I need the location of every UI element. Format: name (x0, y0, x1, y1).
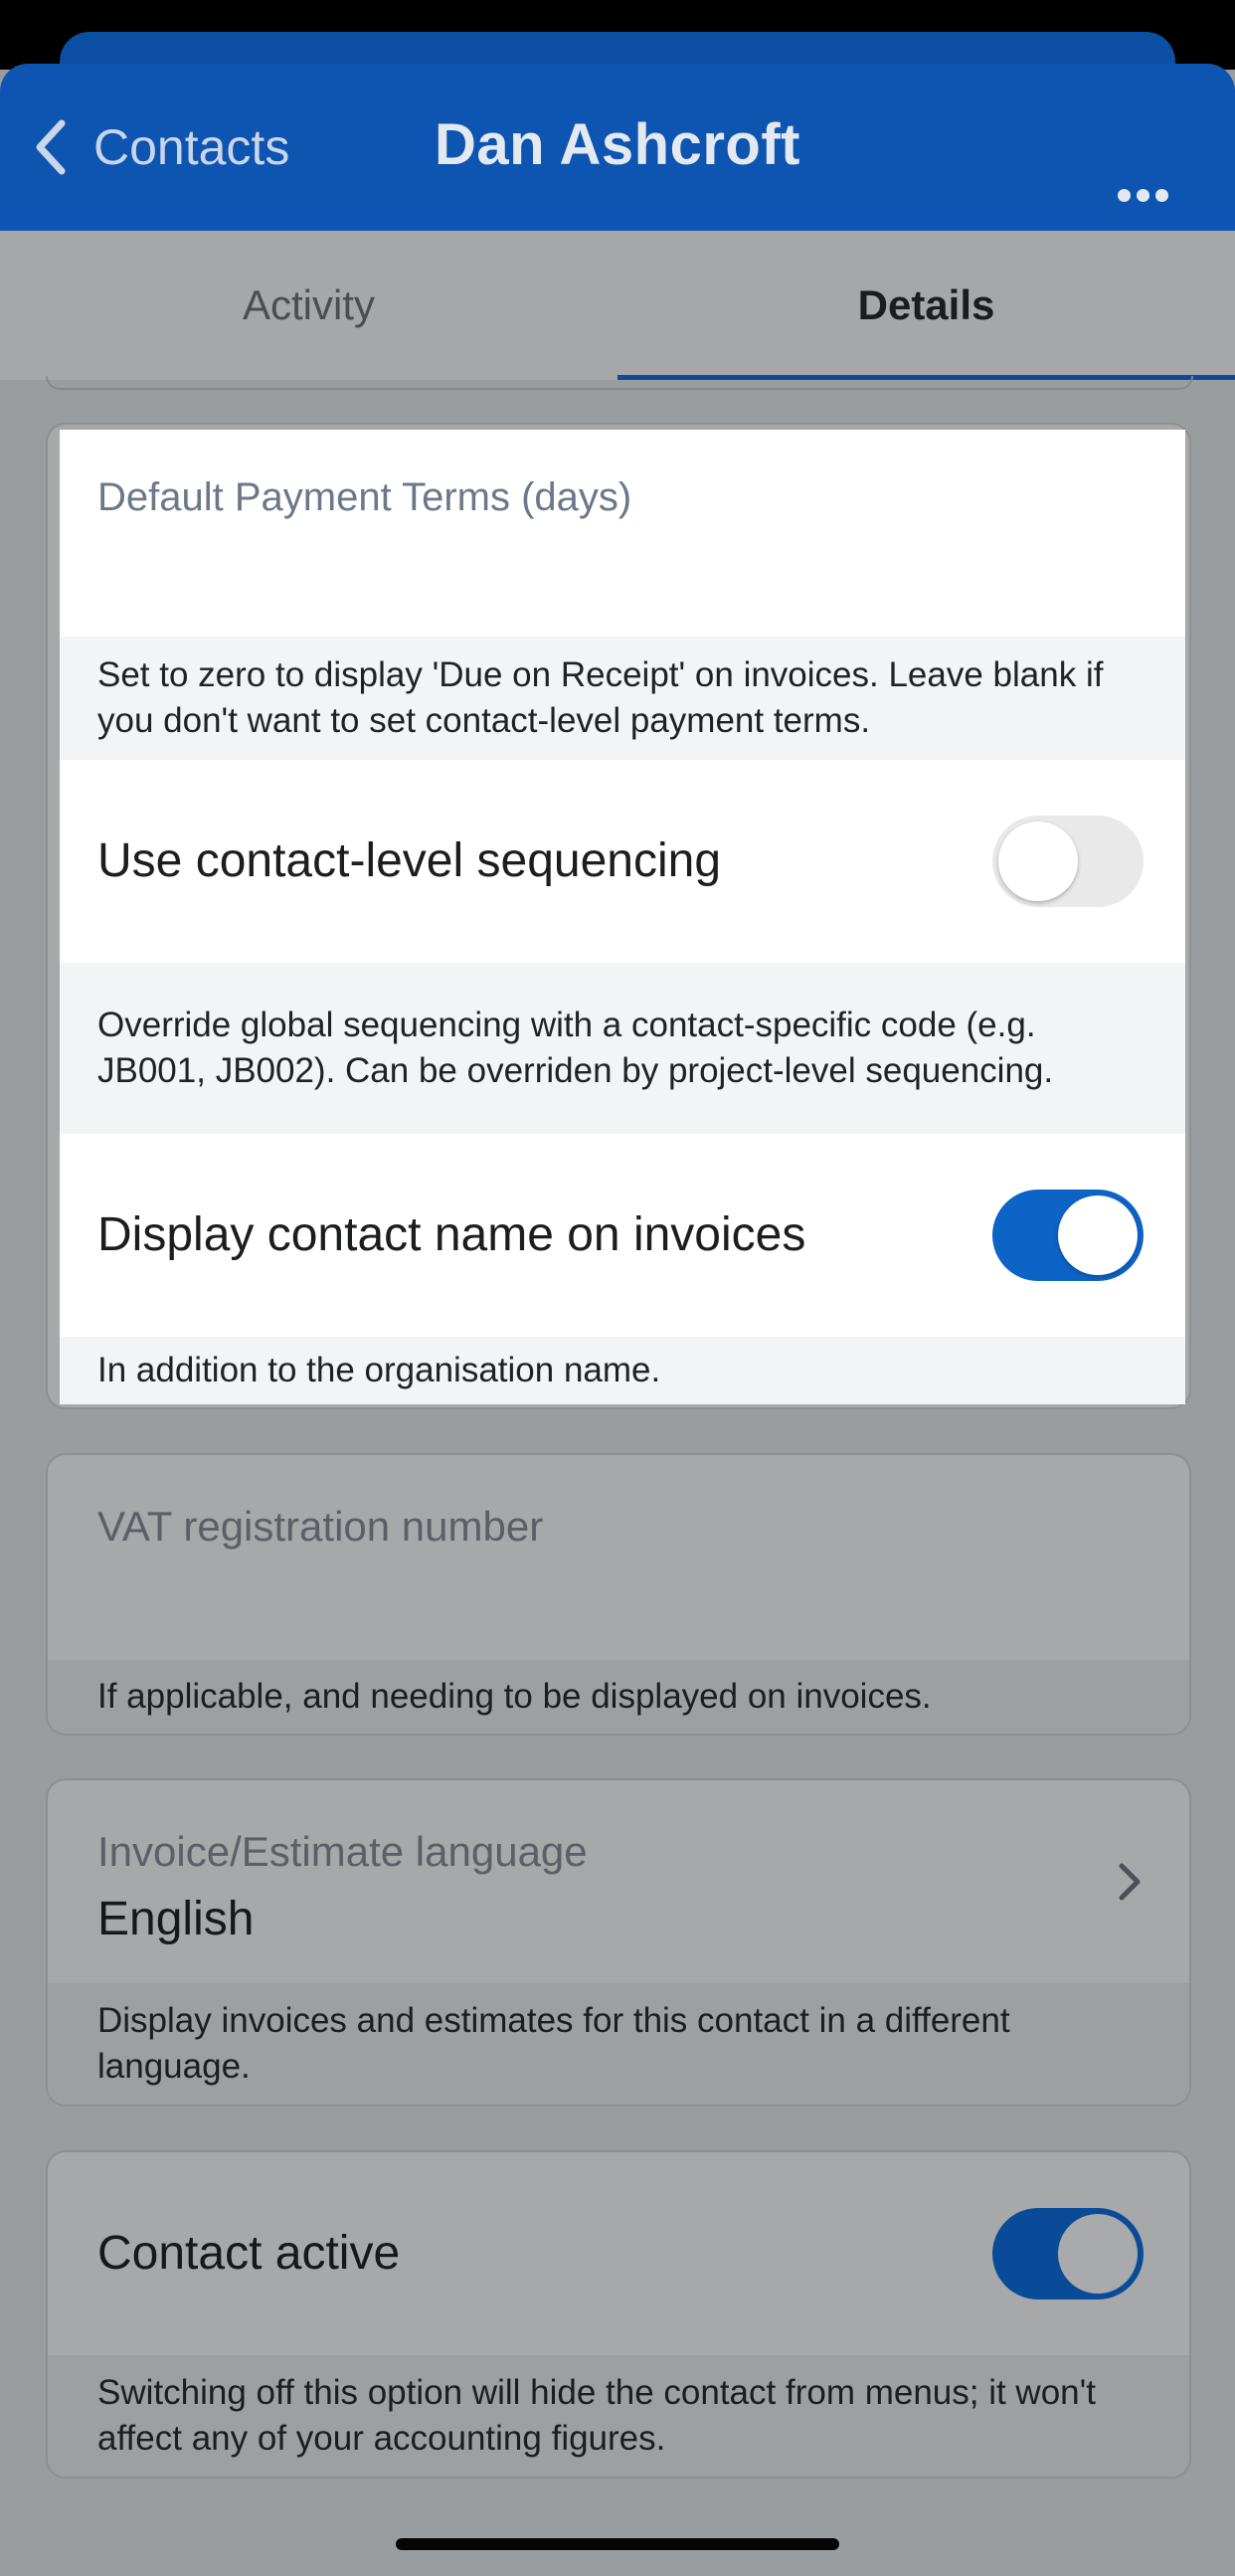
toggle-knob (1058, 2214, 1138, 2294)
toggle-knob (1058, 1196, 1138, 1275)
payment-terms-field[interactable]: Default Payment Terms (days) (60, 430, 1185, 637)
display-name-row: Display contact name on invoices (60, 1134, 1185, 1337)
language-value: English (97, 1893, 255, 1945)
vat-label: VAT registration number (97, 1503, 544, 1550)
contact-active-row: Contact active (48, 2152, 1189, 2355)
tab-activity[interactable]: Activity (0, 231, 618, 380)
display-name-label: Display contact name on invoices (97, 1208, 806, 1261)
payment-terms-label: Default Payment Terms (days) (97, 475, 632, 519)
page-title: Dan Ashcroft (435, 112, 800, 177)
language-helper: Display invoices and estimates for this … (48, 1983, 1189, 2105)
display-name-toggle[interactable] (992, 1190, 1144, 1281)
vat-card: VAT registration number If applicable, a… (46, 1453, 1191, 1736)
payment-terms-helper: Set to zero to display 'Due on Receipt' … (60, 637, 1185, 760)
tab-details[interactable]: Details (618, 231, 1235, 380)
chevron-right-icon (1119, 1863, 1141, 1901)
sequencing-row: Use contact-level sequencing (60, 760, 1185, 963)
sequencing-helper: Override global sequencing with a contac… (60, 963, 1185, 1134)
vat-helper: If applicable, and needing to be display… (48, 1660, 1189, 1734)
payment-settings-card: Default Payment Terms (days) Set to zero… (60, 430, 1185, 1404)
home-indicator (396, 2538, 839, 2550)
vat-field[interactable]: VAT registration number (48, 1455, 1189, 1660)
language-row[interactable]: Invoice/Estimate language English (48, 1780, 1189, 1983)
display-name-helper: In addition to the organisation name. (60, 1337, 1185, 1404)
sequencing-label: Use contact-level sequencing (97, 834, 722, 887)
language-label: Invoice/Estimate language (97, 1828, 588, 1875)
sequencing-toggle[interactable] (992, 816, 1144, 907)
contact-active-helper: Switching off this option will hide the … (48, 2355, 1189, 2477)
contact-active-card: Contact active Switching off this option… (46, 2150, 1191, 2479)
contact-active-toggle[interactable] (992, 2208, 1144, 2300)
language-card: Invoice/Estimate language English Displa… (46, 1778, 1191, 2107)
navigation-bar: Contacts Dan Ashcroft (0, 64, 1235, 231)
contact-active-label: Contact active (97, 2227, 401, 2280)
toggle-knob (998, 822, 1078, 901)
tab-bar: Activity Details (0, 231, 1235, 380)
previous-card-edge (46, 376, 1193, 390)
